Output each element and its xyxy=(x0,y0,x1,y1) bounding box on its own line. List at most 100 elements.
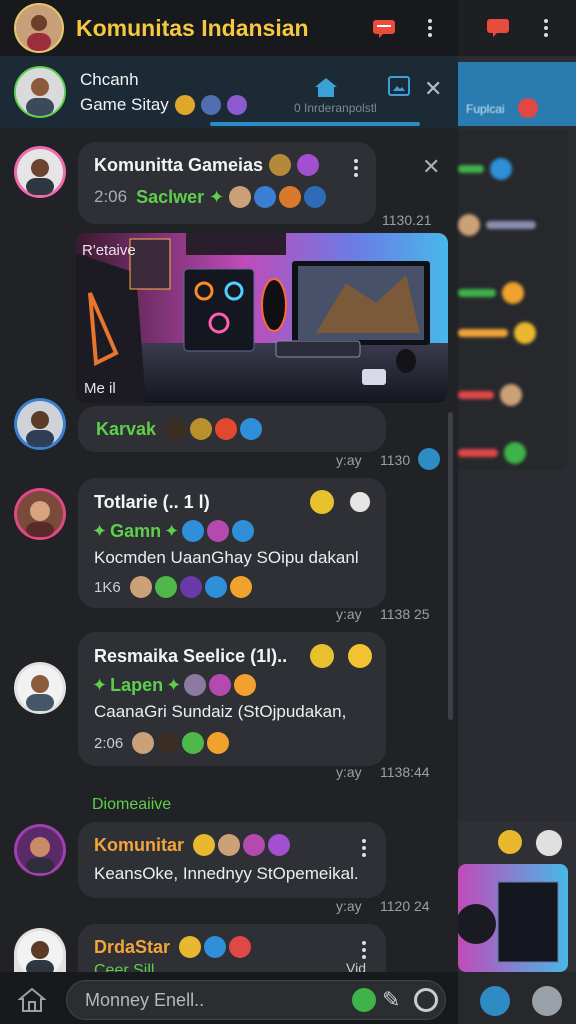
home-icon[interactable] xyxy=(17,986,47,1019)
side-more-icon xyxy=(532,14,560,42)
face-emoji-icon xyxy=(132,732,155,754)
cut-side-text: Vid xyxy=(346,960,366,972)
a-emoji-icon xyxy=(182,520,205,542)
message-options-icon[interactable] xyxy=(350,834,378,862)
sparkle-icon: ✦ xyxy=(92,674,108,695)
green-face-emoji-icon xyxy=(182,732,205,754)
message-footer-row: 2:06 xyxy=(94,732,230,754)
app-root: Komunitas Indansian Chcanh Game Sitay ✕ … xyxy=(0,0,576,1024)
camera-icon[interactable] xyxy=(414,988,438,1012)
message-input-placeholder: Monney Enell.. xyxy=(85,989,205,1010)
side-row xyxy=(458,380,522,410)
message-content-row: Karvak xyxy=(96,418,263,440)
close-pinned-icon[interactable]: ✕ xyxy=(424,76,442,102)
pinned-subtitle: 0 Inrderanpolstl xyxy=(294,101,377,115)
gold-emoji-icon xyxy=(190,418,213,440)
message-meta: y:ay xyxy=(336,452,362,468)
pinned-name: Chcanh xyxy=(80,70,139,89)
sender-name: Totlarie (.. 1 l) xyxy=(94,492,210,512)
message-footer-row: 1K6 xyxy=(94,576,252,598)
group-avatar[interactable] xyxy=(14,3,64,53)
sparkle-icon: ✦ xyxy=(92,520,108,541)
message-time: 1120 24 xyxy=(380,898,430,914)
top-bar: Komunitas Indansian xyxy=(0,0,458,56)
green-face-emoji-icon xyxy=(154,576,177,598)
sticker-emoji-icon xyxy=(310,490,334,514)
avatar[interactable] xyxy=(14,146,66,198)
orange-text: DrdaStar xyxy=(94,936,171,957)
message-bubble[interactable]: Resmaika Seelice (1l).. ✦ Lapen ✦ CaanaG… xyxy=(78,632,386,766)
dots-emoji-icon xyxy=(184,674,207,696)
side-strip: Fuplcai xyxy=(458,62,576,126)
side-row xyxy=(458,278,524,308)
message-body: KeansOke, Innednyy StOpemeikal. xyxy=(94,864,359,883)
smile-emoji-icon xyxy=(348,644,372,668)
message-time: 1130.21 xyxy=(382,212,432,228)
close-message-icon[interactable]: ✕ xyxy=(422,154,440,180)
message-emoji-row: ✦ Gamn ✦ xyxy=(92,520,255,542)
message-counter: 2:06 xyxy=(94,734,124,752)
date-separator: Diomeaiive xyxy=(92,796,172,813)
blue-emoji-icon xyxy=(204,936,227,958)
read-receipt-icon xyxy=(418,448,440,470)
message-bubble[interactable]: DrdaStar Ceer Sill Vid xyxy=(78,924,386,972)
message-meta: y:ay xyxy=(336,898,362,914)
side-row xyxy=(458,154,512,184)
avatar[interactable] xyxy=(14,928,66,972)
side-chat-preview xyxy=(458,822,576,972)
message-options-icon[interactable] xyxy=(342,154,370,182)
side-row xyxy=(458,318,536,348)
red-emoji-icon xyxy=(229,936,252,958)
side-photo xyxy=(458,864,568,972)
user-avatar-mini-icon xyxy=(348,490,372,514)
trophy-emoji-icon xyxy=(174,94,195,115)
message-counter: 1K6 xyxy=(94,578,121,596)
dark-emoji-icon xyxy=(157,732,180,754)
message-header: DrdaStar xyxy=(94,936,252,958)
green-text: Karvak xyxy=(96,418,157,439)
sticker-emoji-icon xyxy=(310,644,334,668)
message-bubble[interactable]: Totlarie (.. 1 l) ✦ Gamn ✦ Kocmden UaanG… xyxy=(78,478,386,608)
orange-text: Komunitar xyxy=(94,834,184,855)
message-header: Komunitta Gameias xyxy=(94,154,320,176)
side-emoji-icon xyxy=(532,986,562,1016)
blue-emoji-icon xyxy=(254,186,277,208)
message-bubble[interactable]: Komunitta Gameias 2:06 Saclwer ✦ xyxy=(78,142,376,224)
message-time: 1130 xyxy=(380,452,411,468)
pinned-progress-bar xyxy=(210,122,420,126)
ball-emoji-icon xyxy=(304,186,327,208)
face-emoji-icon xyxy=(229,186,252,208)
face-emoji-icon xyxy=(218,834,240,856)
pinned-line2: Game Sitay xyxy=(80,95,169,114)
home-icon[interactable] xyxy=(314,76,338,104)
message-meta: y:ay xyxy=(336,764,362,780)
message-bubble[interactable]: Komunitar KeansOke, Innednyy StOpemeikal… xyxy=(78,822,386,898)
orange-emoji-icon xyxy=(207,732,230,754)
gamepad-emoji-icon xyxy=(269,154,292,176)
blue-emoji-icon xyxy=(204,576,227,598)
avatar[interactable] xyxy=(14,488,66,540)
photo-caption-bottom: Me il xyxy=(84,380,116,397)
sender-name: Komunitta Gameias xyxy=(94,154,264,175)
avatar[interactable] xyxy=(14,662,66,714)
cut-green-text: Ceer Sill xyxy=(94,962,155,972)
green-text: Lapen xyxy=(110,674,164,695)
side-row xyxy=(458,210,536,240)
video-call-icon[interactable] xyxy=(370,14,398,42)
badge-emoji-icon xyxy=(200,94,221,115)
cap-emoji-icon xyxy=(215,418,238,440)
scrollbar[interactable] xyxy=(448,412,453,720)
avatar[interactable] xyxy=(14,398,66,450)
side-strip-text: Fuplcai xyxy=(466,102,505,116)
gaming-setup-photo[interactable]: R'etaive Me il xyxy=(76,233,448,403)
green-dot-icon[interactable] xyxy=(352,988,376,1012)
mask-emoji-icon xyxy=(226,94,247,115)
side-note-icon xyxy=(480,986,510,1016)
image-icon[interactable] xyxy=(388,76,410,96)
message-bubble[interactable]: Karvak xyxy=(78,406,386,452)
chat-title: Komunitas Indansian xyxy=(76,14,309,41)
avatar[interactable] xyxy=(14,824,66,876)
sparkle-icon: ✦ xyxy=(209,186,225,207)
more-options-icon[interactable] xyxy=(416,14,444,42)
attach-icon[interactable]: ✎ xyxy=(382,987,400,1013)
